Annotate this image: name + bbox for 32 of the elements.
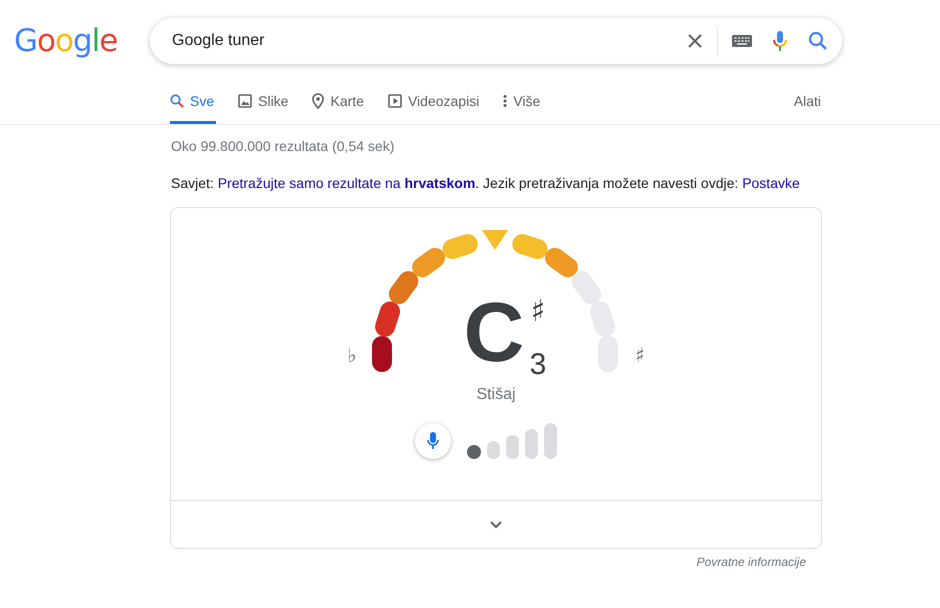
microphone-icon[interactable] [772,30,788,52]
more-icon [503,94,508,108]
search-icon[interactable] [808,31,828,51]
search-icon [170,94,184,108]
nav-tab[interactable]: Karte [312,93,366,124]
language-link[interactable]: Pretražujte samo rezultate na hrvatskom [218,175,476,191]
keyboard-icon[interactable] [732,35,752,47]
flat-label: ♭ [347,343,357,367]
nav-tab[interactable]: Videozapisi [388,93,482,124]
play-icon [388,94,402,108]
result-stats: Oko 99.800.000 rezultata (0,54 sek) [170,137,396,154]
image-icon [238,94,252,108]
nav-tab[interactable]: Slike [238,93,290,124]
nav-tab[interactable]: Sve [170,93,216,124]
search-field[interactable]: Google tuner [150,18,842,64]
octave-number: 3 [530,348,546,381]
language-tip: Savjet: Pretražujte samo rezultate na hrvatskom. Jezik pretraživanja možete navesti ovdje: Postavke [170,174,801,191]
microphone-icon [427,432,439,450]
chevron-down-icon [489,520,503,529]
feedback-link[interactable]: Povratne informacije [0,555,806,569]
tuner-status: Stišaj [476,386,516,404]
logo[interactable]: Google [14,23,150,59]
note-accidental: ♯ [530,294,546,329]
note-name: C [464,285,524,379]
sharp-label: ♯ [635,343,645,367]
map-pin-icon [312,93,324,109]
settings-link[interactable]: Postavke [742,175,800,191]
microphone-button[interactable] [415,423,451,459]
pointer-icon [482,230,508,250]
tools-link[interactable]: Alati [794,93,821,124]
nav-tab[interactable]: Više [503,93,542,124]
close-icon[interactable] [687,33,703,49]
